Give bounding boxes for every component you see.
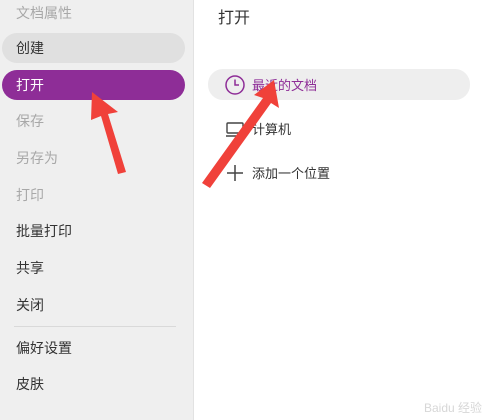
sidebar-item-label: 创建 [16,41,44,57]
sidebar-item-label: 另存为 [16,151,58,167]
place-computer[interactable]: 计算机 [208,113,470,144]
page-title: 打开 [218,8,251,27]
clock-icon [224,74,246,96]
place-recent-documents[interactable]: 最近的文档 [208,69,470,100]
sidebar-item-label: 偏好设置 [16,341,72,357]
sidebar-item-skin[interactable]: 皮肤 [2,369,185,399]
sidebar-item-label: 批量打印 [16,224,72,240]
sidebar-item-label: 打印 [16,188,44,204]
place-label: 最近的文档 [252,79,318,94]
sidebar-item-save-as[interactable]: 另存为 [2,143,185,173]
sidebar-item-close[interactable]: 关闭 [2,290,185,320]
sidebar-item-save[interactable]: 保存 [2,106,185,136]
sidebar-item-document-properties[interactable]: 文档属性 [2,0,185,28]
sidebar: 文档属性 创建 打开 保存 另存为 打印 批量打印 共享 关闭 偏好设置 皮肤 [0,0,194,420]
sidebar-divider [14,326,176,327]
sidebar-item-preferences[interactable]: 偏好设置 [2,333,185,363]
computer-icon [224,118,246,140]
sidebar-item-label: 打开 [16,78,44,94]
place-label: 添加一个位置 [252,167,331,182]
sidebar-item-label: 皮肤 [16,377,44,393]
sidebar-item-open[interactable]: 打开 [2,70,185,100]
sidebar-item-label: 文档属性 [16,6,72,22]
sidebar-item-share[interactable]: 共享 [2,253,185,283]
sidebar-item-create[interactable]: 创建 [2,33,185,63]
sidebar-item-label: 关闭 [16,298,44,314]
watermark: Baidu 经验 [423,401,482,415]
sidebar-item-print[interactable]: 打印 [2,180,185,210]
plus-icon [224,162,246,184]
sidebar-item-batch-print[interactable]: 批量打印 [2,216,185,246]
sidebar-item-label: 保存 [16,114,44,130]
place-label: 计算机 [252,123,292,138]
sidebar-item-label: 共享 [16,261,44,277]
open-panel: 打开 最近的文档 计算机 添加一个位置 [194,0,492,420]
place-add-location[interactable]: 添加一个位置 [208,157,470,188]
